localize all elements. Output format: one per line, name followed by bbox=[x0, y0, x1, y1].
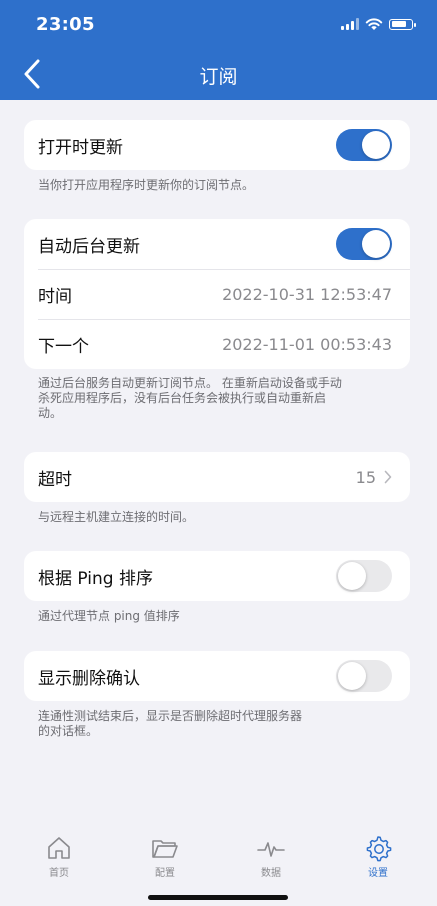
next-update-label: 下一个 bbox=[38, 336, 89, 357]
timeout-label: 超时 bbox=[38, 469, 72, 490]
delete-confirm-note-line: 连通性测试结束后，显示是否删除超时代理服务器 bbox=[38, 709, 303, 723]
tab-bar: 首页 配置 数据 设置 bbox=[0, 812, 437, 906]
open-update-row: 打开时更新 bbox=[24, 120, 410, 170]
status-icons bbox=[341, 17, 416, 31]
auto-update-toggle[interactable] bbox=[336, 228, 392, 260]
next-update-row: 下一个 2022-11-01 00:53:43 bbox=[24, 319, 410, 369]
cellular-signal-icon bbox=[341, 18, 359, 30]
auto-update-row: 自动后台更新 bbox=[24, 219, 410, 269]
ping-sort-note: 通过代理节点 ping 值排序 bbox=[38, 609, 180, 623]
timeout-value: 15 bbox=[355, 467, 376, 487]
auto-update-card: 自动后台更新 时间 2022-10-31 12:53:47 下一个 2022-1… bbox=[24, 219, 410, 369]
timeout-row[interactable]: 超时 15 bbox=[24, 452, 410, 502]
home-indicator bbox=[148, 895, 288, 900]
wifi-icon bbox=[365, 18, 383, 30]
update-time-value: 2022-10-31 12:53:47 bbox=[222, 284, 392, 304]
open-update-toggle[interactable] bbox=[336, 129, 392, 161]
gear-icon bbox=[366, 836, 392, 862]
auto-update-note-line: 杀死应用程序后，没有后台任务会被执行或自动重新启 bbox=[38, 391, 327, 405]
auto-update-note: 通过后台服务自动更新订阅节点。 在重新启动设备或手动 杀死应用程序后，没有后台任… bbox=[38, 376, 398, 421]
tab-data[interactable]: 数据 bbox=[241, 834, 301, 879]
tab-settings[interactable]: 设置 bbox=[348, 834, 408, 879]
delete-confirm-note: 连通性测试结束后，显示是否删除超时代理服务器 的对话框。 bbox=[38, 709, 398, 739]
home-icon bbox=[48, 837, 70, 859]
delete-confirm-label: 显示删除确认 bbox=[38, 668, 140, 689]
auto-update-label: 自动后台更新 bbox=[38, 236, 140, 257]
chevron-right-icon bbox=[384, 470, 392, 484]
open-update-note: 当你打开应用程序时更新你的订阅节点。 bbox=[38, 178, 255, 192]
ping-sort-card: 根据 Ping 排序 bbox=[24, 551, 410, 601]
folder-icon bbox=[152, 840, 178, 858]
update-time-row: 时间 2022-10-31 12:53:47 bbox=[24, 269, 410, 319]
update-time-label: 时间 bbox=[38, 286, 72, 307]
ping-sort-toggle[interactable] bbox=[336, 560, 392, 592]
tab-home[interactable]: 首页 bbox=[29, 834, 89, 879]
open-update-card: 打开时更新 bbox=[24, 120, 410, 170]
tab-settings-label: 设置 bbox=[368, 868, 388, 879]
tab-data-label: 数据 bbox=[261, 868, 281, 879]
timeout-note: 与远程主机建立连接的时间。 bbox=[38, 510, 195, 524]
delete-confirm-note-line: 的对话框。 bbox=[38, 724, 99, 738]
page-title: 订阅 bbox=[199, 66, 238, 88]
auto-update-note-line: 动。 bbox=[38, 406, 63, 420]
auto-update-note-line: 通过后台服务自动更新订阅节点。 在重新启动设备或手动 bbox=[38, 376, 342, 390]
delete-confirm-card: 显示删除确认 bbox=[24, 651, 410, 701]
tab-config[interactable]: 配置 bbox=[135, 834, 195, 879]
open-update-label: 打开时更新 bbox=[38, 137, 123, 158]
next-update-value: 2022-11-01 00:53:43 bbox=[222, 334, 392, 354]
pulse-icon bbox=[257, 842, 285, 857]
status-time: 23:05 bbox=[36, 14, 95, 35]
delete-confirm-toggle[interactable] bbox=[336, 660, 392, 692]
timeout-card: 超时 15 bbox=[24, 452, 410, 502]
header: 23:05 订阅 bbox=[0, 0, 437, 100]
tab-home-label: 首页 bbox=[49, 868, 69, 879]
tab-config-label: 配置 bbox=[155, 868, 175, 879]
ping-sort-label: 根据 Ping 排序 bbox=[38, 568, 153, 589]
ping-sort-row: 根据 Ping 排序 bbox=[24, 551, 410, 601]
delete-confirm-row: 显示删除确认 bbox=[24, 651, 410, 701]
battery-icon bbox=[389, 18, 416, 30]
